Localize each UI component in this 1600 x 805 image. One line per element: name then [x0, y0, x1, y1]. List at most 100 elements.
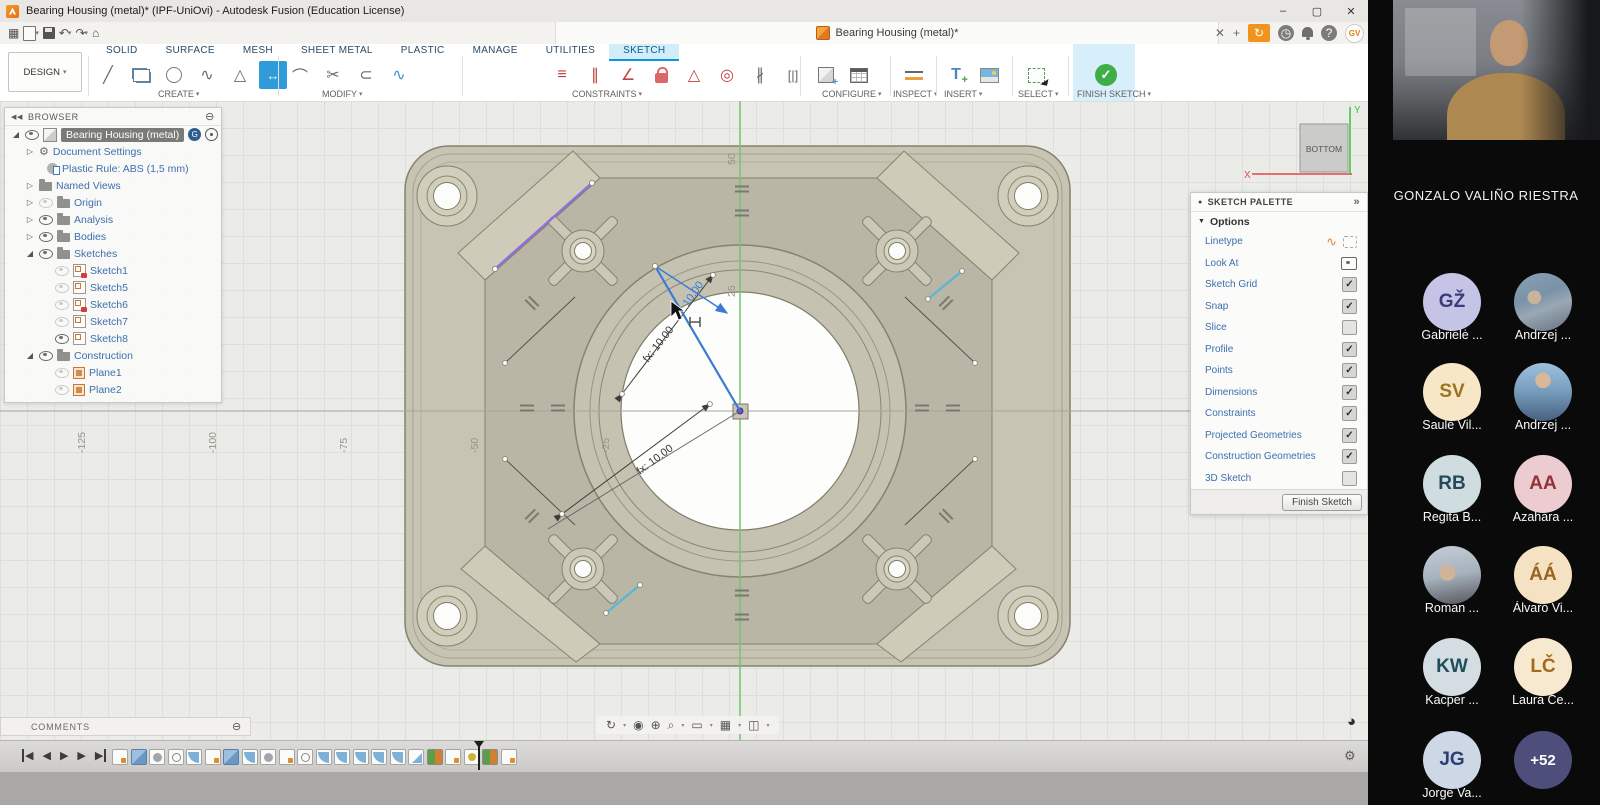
participant-avatar[interactable]: LČ	[1514, 638, 1572, 696]
timeline-feature-icon[interactable]	[223, 749, 239, 765]
browser-root-row[interactable]: ◢ Bearing Housing (metal) G	[5, 126, 221, 143]
timeline-feature-icon[interactable]	[112, 749, 128, 765]
collapse-panel-icon[interactable]: ◀◀	[11, 113, 23, 121]
options-section-header[interactable]: ▼Options	[1191, 212, 1367, 231]
play-icon[interactable]: ▶	[60, 749, 68, 762]
participant-avatar[interactable]: JG	[1423, 731, 1481, 789]
browser-row-sketch8[interactable]: Sketch8	[5, 330, 221, 347]
home-icon[interactable]: ⌂	[92, 24, 99, 42]
visibility-eye-icon[interactable]	[55, 266, 69, 276]
maximize-button[interactable]: ▢	[1300, 1, 1334, 22]
redo-icon[interactable]: ↷▾	[75, 24, 88, 42]
spline-edit-icon[interactable]: ∿	[385, 61, 413, 89]
browser-row-sketch1[interactable]: Sketch1	[5, 262, 221, 279]
slice-checkbox[interactable]	[1342, 320, 1357, 335]
visibility-eye-icon[interactable]	[39, 215, 53, 225]
participant-overflow-count[interactable]: +52	[1514, 731, 1572, 789]
projected-geometries-checkbox[interactable]	[1342, 428, 1357, 443]
offset-tool-icon[interactable]: ⊂	[352, 61, 380, 89]
circle-tool-icon[interactable]	[160, 61, 188, 89]
zoom-icon[interactable]: ⌕	[668, 718, 675, 733]
comments-bar[interactable]: COMMENTS ⊖	[0, 717, 251, 736]
points-checkbox[interactable]	[1342, 363, 1357, 378]
comments-overflow-icon[interactable]: ⊖	[232, 720, 242, 733]
finish-sketch-label[interactable]: FINISH SKETCH▾	[1077, 89, 1151, 99]
insert-canvas-icon[interactable]	[975, 61, 1003, 89]
activate-component-icon[interactable]	[205, 128, 218, 141]
view-cube[interactable]: BOTTOM X Y	[1244, 105, 1361, 181]
sketch-grid-checkbox[interactable]	[1342, 277, 1357, 292]
parallel-constraint-icon[interactable]: ∥	[581, 61, 609, 89]
timeline-feature-icon[interactable]	[131, 749, 147, 765]
measure-icon[interactable]	[900, 61, 928, 89]
configure-box-icon[interactable]	[812, 61, 840, 89]
timeline-feature-icon[interactable]	[408, 749, 424, 765]
modify-group-label[interactable]: MODIFY▾	[322, 89, 363, 99]
browser-row-sketches[interactable]: ◢Sketches	[5, 245, 221, 262]
visibility-eye-icon[interactable]	[39, 249, 53, 259]
timeline-feature-icon[interactable]	[334, 749, 350, 765]
timeline-feature-icon[interactable]	[445, 749, 461, 765]
browser-row-sketch7[interactable]: Sketch7	[5, 313, 221, 330]
visibility-eye-icon[interactable]	[39, 232, 53, 242]
timeline-feature-icon[interactable]	[279, 749, 295, 765]
midpoint-constraint-icon[interactable]: [|]	[779, 61, 807, 89]
select-group-label[interactable]: SELECT▾	[1018, 89, 1059, 99]
browser-row-bodies[interactable]: ▷Bodies	[5, 228, 221, 245]
timeline-feature-icon[interactable]	[353, 749, 369, 765]
snap-checkbox[interactable]	[1342, 299, 1357, 314]
line-tool-icon[interactable]: ╱	[94, 61, 122, 89]
constraints-group-label[interactable]: CONSTRAINTS▾	[572, 89, 642, 99]
model-canvas[interactable]: -125 -100 -75 -50 -25 50 25	[0, 101, 1368, 740]
visibility-eye-icon[interactable]	[55, 334, 69, 344]
participant-avatar[interactable]: SV	[1423, 363, 1481, 421]
linetype-spline-icon[interactable]: ∿	[1326, 234, 1337, 250]
job-status-icon[interactable]: ↻	[1248, 24, 1270, 42]
construction-geometries-checkbox[interactable]	[1342, 449, 1357, 464]
visibility-eye-icon[interactable]	[39, 198, 53, 208]
finish-sketch-icon[interactable]: ✓	[1092, 61, 1120, 89]
timeline-feature-icon[interactable]	[482, 749, 498, 765]
insert-fastener-icon[interactable]: T	[942, 61, 970, 89]
help-icon[interactable]: ?	[1321, 25, 1337, 41]
browser-row-origin[interactable]: ▷Origin	[5, 194, 221, 211]
timeline-feature-icon[interactable]	[205, 749, 221, 765]
step-forward-icon[interactable]: ▶	[77, 749, 85, 762]
timeline-feature-icon[interactable]	[186, 749, 202, 765]
new-tab-icon[interactable]: +	[1233, 26, 1240, 40]
close-button[interactable]: ✕	[1334, 1, 1368, 22]
browser-row-plastic-rule[interactable]: Plastic Rule: ABS (1,5 mm)	[5, 160, 221, 177]
configure-group-label[interactable]: CONFIGURE▾	[822, 89, 882, 99]
tangent-constraint-icon[interactable]: ∠	[614, 61, 642, 89]
speaker-video[interactable]	[1393, 0, 1600, 140]
history-clock-icon[interactable]: ◷	[1278, 25, 1294, 41]
constraints-checkbox[interactable]	[1342, 406, 1357, 421]
go-to-end-icon[interactable]: ▶	[95, 749, 106, 762]
undo-icon[interactable]: ↶▾	[59, 24, 72, 42]
data-panel-icon[interactable]: ▦	[8, 24, 19, 42]
palette-collapse-icon[interactable]: »	[1353, 196, 1360, 208]
spline-tool-icon[interactable]: ∿	[193, 61, 221, 89]
timeline-gear-icon[interactable]: ⚙	[1344, 748, 1356, 764]
participant-avatar[interactable]: KW	[1423, 638, 1481, 696]
browser-row-plane2[interactable]: Plane2	[5, 381, 221, 398]
visibility-eye-icon[interactable]	[25, 130, 39, 140]
visibility-eye-icon[interactable]	[55, 300, 69, 310]
participant-avatar[interactable]	[1514, 273, 1572, 331]
timeline-position-marker[interactable]	[478, 743, 480, 770]
visibility-eye-icon[interactable]	[39, 351, 53, 361]
step-back-icon[interactable]: ◀	[42, 749, 50, 762]
participant-avatar[interactable]	[1514, 363, 1572, 421]
timeline-feature-icon[interactable]	[149, 749, 165, 765]
timeline-feature-icon[interactable]	[427, 749, 443, 765]
timeline-feature-icon[interactable]	[260, 749, 276, 765]
orbit-icon[interactable]: ↻	[606, 718, 616, 732]
timeline-feature-icon[interactable]	[168, 749, 184, 765]
notifications-bell-icon[interactable]	[1302, 29, 1313, 37]
participant-avatar[interactable]: RB	[1423, 455, 1481, 513]
concentric-constraint-icon[interactable]: ◎	[713, 61, 741, 89]
document-tab[interactable]: Bearing Housing (metal)*	[555, 22, 1219, 44]
timeline-feature-icon[interactable]	[390, 749, 406, 765]
browser-row-document-settings[interactable]: ▷⚙Document Settings	[5, 143, 221, 160]
symmetry-constraint-icon[interactable]: ∦	[746, 61, 774, 89]
